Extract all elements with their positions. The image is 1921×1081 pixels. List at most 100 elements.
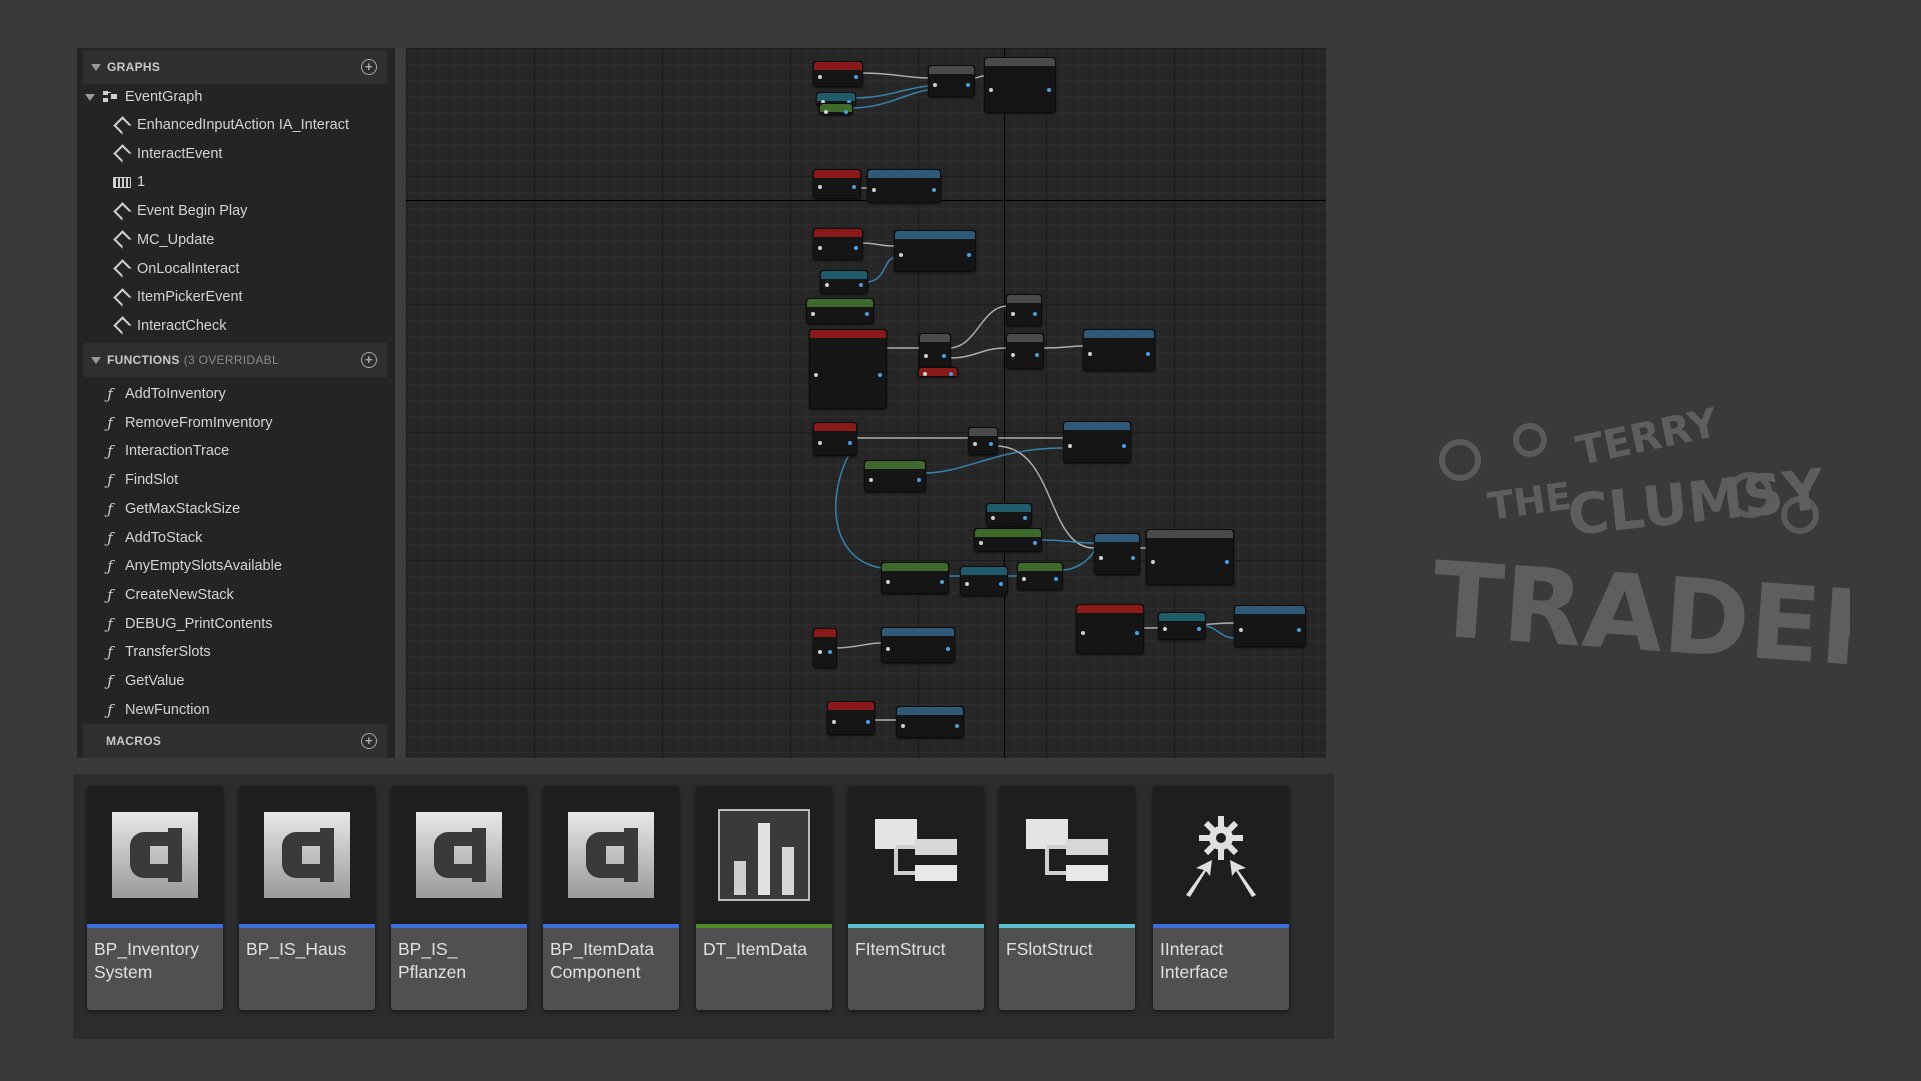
functions-header-label: FUNCTIONS — [107, 353, 180, 367]
graph-node[interactable] — [820, 270, 868, 294]
graph-node[interactable] — [881, 627, 955, 663]
graph-node[interactable] — [986, 503, 1032, 527]
graph-node[interactable] — [1006, 333, 1044, 369]
tree-item-label: 1 — [137, 174, 146, 191]
graph-node[interactable] — [867, 169, 941, 203]
asset-tile[interactable]: IInteract Interface — [1153, 786, 1289, 1010]
asset-name-line2: Interface — [1160, 962, 1229, 982]
graph-node[interactable] — [928, 65, 975, 97]
tree-item-label: Event Begin Play — [137, 203, 248, 220]
graph-node[interactable] — [813, 422, 857, 456]
graph-node[interactable] — [960, 566, 1008, 596]
macros-section-header[interactable]: MACROS + — [83, 724, 387, 758]
function-item[interactable]: ƒ FindSlot — [101, 467, 178, 493]
functions-override-count: (3 OVERRIDABL — [183, 353, 279, 367]
graph-node[interactable] — [919, 333, 951, 371]
graph-node[interactable] — [1076, 604, 1144, 654]
tree-item-event[interactable]: EnhancedInputAction IA_Interact — [112, 112, 350, 138]
keyboard-icon — [113, 174, 131, 190]
graph-node[interactable] — [974, 528, 1042, 552]
graph-node[interactable] — [813, 169, 861, 199]
function-icon: ƒ — [107, 442, 113, 461]
graph-node[interactable] — [1094, 533, 1140, 575]
graph-node[interactable] — [809, 329, 887, 409]
function-item[interactable]: ƒ AddToStack — [101, 525, 202, 551]
event-graph-canvas[interactable] — [406, 48, 1326, 758]
function-item[interactable]: ƒ NewFunction — [101, 697, 209, 723]
asset-name: DT_ItemData — [696, 928, 832, 1010]
graph-node[interactable] — [813, 228, 863, 260]
graph-node[interactable] — [896, 706, 964, 738]
graph-node[interactable] — [1234, 605, 1306, 647]
asset-name-line1: BP_ItemData — [550, 939, 655, 959]
function-item[interactable]: ƒ GetMaxStackSize — [101, 496, 240, 522]
function-item[interactable]: ƒ TransferSlots — [101, 639, 210, 665]
asset-name-line1: FItemStruct — [855, 939, 946, 959]
expand-arrow-icon[interactable] — [85, 93, 95, 101]
graph-node[interactable] — [1017, 562, 1063, 590]
asset-tile[interactable]: FItemStruct — [848, 786, 984, 1010]
graph-node[interactable] — [968, 427, 998, 455]
graph-node[interactable] — [813, 628, 837, 668]
function-item[interactable]: ƒ CreateNewStack — [101, 582, 234, 608]
tree-item-event-graph[interactable]: EventGraph — [85, 84, 202, 110]
add-graph-button[interactable]: + — [361, 59, 377, 75]
function-item[interactable]: ƒ AnyEmptySlotsAvailable — [101, 553, 282, 579]
node-wire — [860, 242, 895, 247]
collapse-arrow-icon[interactable] — [91, 63, 101, 71]
asset-tile[interactable]: BP_Inventory System — [87, 786, 223, 1010]
tree-item-event[interactable]: ItemPickerEvent — [112, 284, 243, 310]
asset-tile[interactable]: DT_ItemData — [696, 786, 832, 1010]
function-item[interactable]: ƒ RemoveFromInventory — [101, 410, 272, 436]
graph-node[interactable] — [864, 460, 926, 492]
function-icon: ƒ — [107, 471, 113, 490]
graphs-section-header[interactable]: GRAPHS + — [83, 50, 387, 84]
asset-tile[interactable]: BP_IS_Haus — [239, 786, 375, 1010]
function-icon: ƒ — [107, 643, 113, 662]
svg-text:THE: THE — [1485, 474, 1574, 529]
tree-item-event[interactable]: InteractCheck — [112, 313, 226, 339]
asset-name-line1: BP_Inventory — [94, 939, 200, 959]
asset-tile[interactable]: FSlotStruct — [999, 786, 1135, 1010]
tree-item-event[interactable]: Event Begin Play — [112, 198, 248, 224]
tree-item-event[interactable]: InteractEvent — [112, 141, 223, 167]
collapse-arrow-icon[interactable] — [91, 356, 101, 364]
asset-name-line1: DT_ItemData — [703, 939, 808, 959]
graph-node[interactable] — [894, 230, 976, 272]
graph-node[interactable] — [1146, 529, 1234, 585]
graph-node[interactable] — [827, 701, 875, 735]
add-function-button[interactable]: + — [361, 352, 377, 368]
tree-item-label: EnhancedInputAction IA_Interact — [137, 117, 350, 133]
function-label: FindSlot — [125, 472, 179, 489]
function-label: DEBUG_PrintContents — [125, 615, 273, 632]
function-item[interactable]: ƒ GetValue — [101, 668, 184, 694]
asset-tile[interactable]: BP_ItemData Component — [543, 786, 679, 1010]
panel-scrollbar[interactable] — [395, 48, 404, 758]
graph-node[interactable] — [1083, 329, 1155, 371]
graph-node[interactable] — [1158, 612, 1206, 640]
event-icon — [112, 201, 132, 221]
graph-node[interactable] — [918, 367, 958, 377]
function-item[interactable]: ƒ InteractionTrace — [101, 438, 229, 464]
asset-tile[interactable]: BP_IS_ Pflanzen — [391, 786, 527, 1010]
graph-node[interactable] — [819, 103, 853, 115]
event-icon — [112, 316, 132, 336]
event-icon — [112, 115, 132, 135]
macros-header-label: MACROS — [106, 734, 162, 748]
graph-node[interactable] — [813, 61, 863, 87]
node-wire — [850, 89, 929, 109]
graph-node[interactable] — [881, 562, 949, 594]
functions-section-header[interactable]: FUNCTIONS (3 OVERRIDABL + — [83, 343, 387, 377]
graph-node[interactable] — [1063, 421, 1131, 463]
function-item[interactable]: ƒ DEBUG_PrintContents — [101, 611, 272, 637]
graph-node[interactable] — [984, 57, 1056, 113]
function-item[interactable]: ƒ AddToInventory — [101, 381, 226, 407]
tree-item-label: InteractEvent — [137, 145, 223, 162]
add-macro-button[interactable]: + — [361, 733, 377, 749]
graph-node[interactable] — [1006, 294, 1042, 326]
event-icon — [112, 259, 132, 278]
tree-item-event[interactable]: OnLocalInteract — [112, 256, 239, 282]
tree-item-event[interactable]: 1 — [113, 169, 145, 195]
tree-item-event[interactable]: MC_Update — [112, 227, 214, 253]
graph-node[interactable] — [806, 298, 874, 324]
